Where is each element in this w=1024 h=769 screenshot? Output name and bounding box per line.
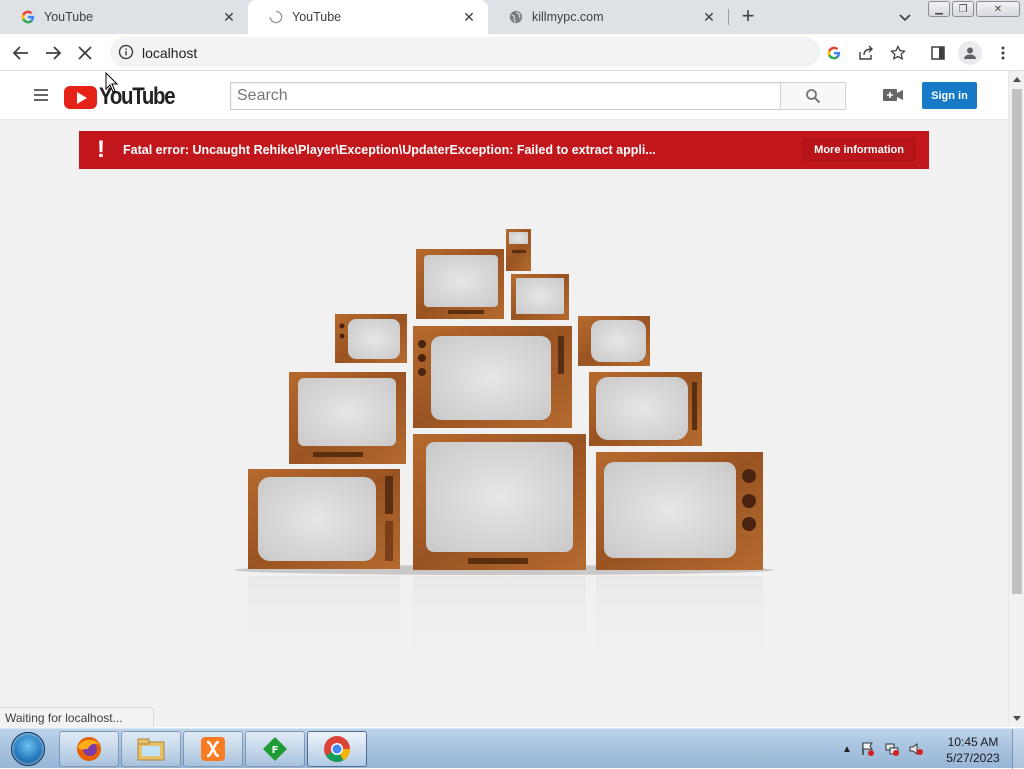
search-icon <box>806 89 821 104</box>
back-button[interactable] <box>8 40 34 66</box>
svg-text:F: F <box>272 745 279 756</box>
close-window-button[interactable]: ✕ <box>976 1 1020 17</box>
clock-date: 5/27/2023 <box>946 751 1000 765</box>
show-hidden-icons-icon[interactable]: ▲ <box>842 744 852 755</box>
taskbar-xampp[interactable] <box>183 731 243 767</box>
taskbar-file-explorer[interactable] <box>121 731 181 767</box>
search-field[interactable] <box>230 82 780 110</box>
taskbar-firefox[interactable] <box>59 731 119 767</box>
tv-top-tiny <box>506 229 531 271</box>
stop-loading-button[interactable] <box>72 40 98 66</box>
search-input[interactable] <box>231 83 780 109</box>
error-message: Fatal error: Uncaught Rehike\Player\Exce… <box>123 143 656 157</box>
tv-upper-left <box>335 314 407 363</box>
scrollbar-thumb[interactable] <box>1012 89 1022 594</box>
search-button[interactable] <box>780 82 846 110</box>
tab-title: YouTube <box>44 10 94 24</box>
bookmark-star-icon[interactable] <box>888 43 908 63</box>
fatal-error-banner: ! Fatal error: Uncaught Rehike\Player\Ex… <box>79 131 929 169</box>
more-information-button[interactable]: More information <box>803 139 915 161</box>
share-icon[interactable] <box>856 43 876 63</box>
tab-close-icon[interactable]: ✕ <box>220 8 238 26</box>
tv-middle-right <box>589 372 702 446</box>
tab-youtube-1[interactable]: YouTube ✕ <box>0 0 248 34</box>
network-icon[interactable] <box>884 741 900 757</box>
tab-close-icon[interactable]: ✕ <box>700 8 718 26</box>
page-scrollbar[interactable] <box>1008 71 1024 727</box>
youtube-play-icon <box>64 85 97 109</box>
clock-time: 10:45 AM <box>947 735 999 749</box>
system-tray: ▲ <box>842 729 924 769</box>
window-controls: ▁ ❐ ✕ <box>928 1 1020 17</box>
tab-title: YouTube <box>292 10 342 24</box>
volume-muted-icon[interactable] <box>908 741 924 757</box>
globe-icon <box>508 9 524 25</box>
person-icon <box>964 47 976 59</box>
show-desktop-button[interactable] <box>1012 729 1024 769</box>
windows-taskbar: F ▲ 10:45 AM 5/27/2023 <box>0 728 1024 769</box>
tv-middle-left <box>289 372 406 464</box>
tab-killmypc[interactable]: killmypc.com ✕ <box>488 0 728 34</box>
tab-close-icon[interactable]: ✕ <box>460 8 478 26</box>
back-arrow-icon <box>12 46 28 60</box>
tv-bottom-right <box>596 452 763 570</box>
error-exclamation-icon: ! <box>97 136 105 163</box>
xampp-icon <box>201 737 225 761</box>
side-panel-icon[interactable] <box>928 43 948 63</box>
tab-strip: YouTube ✕ YouTube ✕ killmypc.com ✕ + ▁ ❐… <box>0 0 1024 34</box>
scroll-up-arrow-icon[interactable] <box>1013 77 1021 82</box>
mouse-cursor-icon <box>105 72 119 93</box>
tv-bottom-center <box>413 434 586 570</box>
minimize-button[interactable]: ▁ <box>928 1 950 17</box>
site-info-icon[interactable] <box>118 44 134 60</box>
loading-spinner-icon <box>268 9 284 25</box>
tv-upper-center <box>416 249 504 319</box>
windows-logo-icon <box>11 732 45 766</box>
tv-upper-right <box>578 316 650 366</box>
filezilla-icon: F <box>263 737 287 761</box>
file-explorer-icon <box>137 738 165 761</box>
new-tab-button[interactable]: + <box>738 5 758 28</box>
page-viewport: YouTube Sign in ! Fatal error: Uncaught … <box>0 71 1008 727</box>
restore-button[interactable]: ❐ <box>952 1 974 17</box>
forward-arrow-icon <box>46 46 62 60</box>
chrome-icon <box>324 736 351 762</box>
profile-avatar[interactable] <box>958 41 982 65</box>
firefox-icon <box>77 737 101 761</box>
tv-upper-small <box>511 274 569 320</box>
tab-search-chevron-icon[interactable] <box>896 8 914 26</box>
scroll-down-arrow-icon[interactable] <box>1013 716 1021 721</box>
stop-x-icon <box>78 46 92 60</box>
start-button[interactable] <box>4 730 52 768</box>
tab-youtube-active[interactable]: YouTube ✕ <box>248 0 488 34</box>
address-url: localhost <box>142 45 198 61</box>
address-bar[interactable]: localhost <box>110 37 820 67</box>
broken-tv-stack-illustration <box>234 229 774 676</box>
tab-separator <box>728 9 729 25</box>
tab-title: killmypc.com <box>532 10 604 24</box>
action-center-flag-icon[interactable] <box>860 741 876 757</box>
kebab-menu-icon[interactable] <box>993 43 1013 63</box>
google-lens-icon[interactable] <box>824 43 844 63</box>
hamburger-menu-icon[interactable] <box>34 89 48 101</box>
taskbar-chrome[interactable] <box>307 731 367 767</box>
upload-video-icon[interactable] <box>882 87 904 105</box>
browser-toolbar: localhost <box>0 34 1024 71</box>
youtube-logo[interactable]: YouTube <box>64 83 188 111</box>
tv-middle-center <box>413 326 572 428</box>
sign-in-button[interactable]: Sign in <box>922 82 977 109</box>
youtube-masthead: YouTube Sign in <box>0 71 1008 120</box>
status-bubble: Waiting for localhost... <box>0 707 154 728</box>
taskbar-filezilla[interactable]: F <box>245 731 305 767</box>
system-clock[interactable]: 10:45 AM 5/27/2023 <box>938 734 1008 766</box>
google-g-icon <box>20 9 36 25</box>
tv-bottom-left <box>248 469 400 569</box>
forward-button[interactable] <box>40 40 66 66</box>
